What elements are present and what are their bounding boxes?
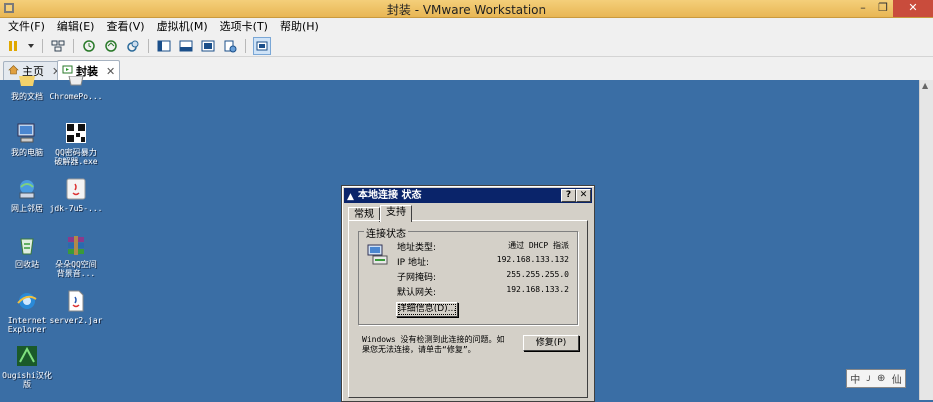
desktop-icon-label: ChromePo... [49,92,103,101]
revert-snapshot-icon[interactable] [103,38,119,54]
pause-icon[interactable] [5,38,21,54]
fullscreen-icon[interactable] [200,38,216,54]
toolbar [0,36,933,57]
menu-bar: 文件(F) 编辑(E) 查看(V) 虚拟机(M) 选项卡(T) 帮助(H) [0,18,933,36]
thumbnail-view-icon[interactable] [253,37,271,55]
ougishi-app-icon [17,346,37,366]
chrome-portable-icon [68,75,84,86]
local-connection-status-dialog: ▲ 本地连接 状态 ? ✕ 常规 支持 连接状态 地址类型: 通过 DHCP 指… [341,185,595,402]
desktop-icon-label: jdk-7u5-... [49,204,103,213]
ime-toolbar[interactable]: 中 ᴊ ⊕ 仙 [846,369,906,388]
preferences-icon[interactable] [222,38,238,54]
tab-support[interactable]: 支持 [380,205,412,222]
close-button[interactable]: ✕ [893,0,933,17]
toolbar-separator [42,39,43,53]
restore-button[interactable]: ❐ [873,0,893,17]
snapshot-manager-icon[interactable] [125,38,141,54]
desktop-icon-jar-file[interactable]: server2.jar [47,290,105,325]
ime-punctuation-icon[interactable]: ⊕ [877,373,885,384]
network-icon[interactable] [50,38,66,54]
tab-vm-close-icon[interactable]: ✕ [106,65,115,78]
network-places-icon [19,180,35,199]
desktop-icon-label: Ougishi汉化 版 [2,371,52,389]
toolbar-separator [245,39,246,53]
ime-softkeyboard-icon[interactable]: 仙 [892,371,902,386]
scroll-up-arrow-icon[interactable]: ▲ [922,81,928,90]
menu-file[interactable]: 文件(F) [0,18,51,36]
my-documents-icon [19,76,35,86]
desktop-icon-jdk-installer[interactable]: jdk-7u5-... [47,178,105,213]
repair-button[interactable]: 修复(P) [523,335,579,351]
vertical-scrollbar[interactable]: ▲ [919,80,933,400]
row-key: 默认网关: [397,288,437,298]
ime-half-width-icon[interactable]: ᴊ [867,373,871,384]
toolbar-separator [73,39,74,53]
jdk-installer-icon [66,178,86,200]
unity-icon[interactable] [178,38,194,54]
recycle-bin-icon [20,238,34,255]
my-computer-icon [17,123,35,143]
row-key: IP 地址: [397,258,429,268]
network-adapter-icon [367,244,388,265]
row-value: 通过 DHCP 指派 [508,241,569,250]
menu-edit[interactable]: 编辑(E) [51,18,101,36]
menu-vm[interactable]: 虚拟机(M) [151,18,214,36]
help-button[interactable]: ? [561,189,576,202]
window-title: 封装 - VMware Workstation [386,3,547,17]
desktop-icon-ougishi-app[interactable]: Ougishi汉化 版 [0,345,56,389]
network-connection-icon: ▲ [347,192,354,202]
details-button[interactable]: 详细信息(D)... [396,302,458,317]
qq-cracker-icon [66,123,86,143]
tab-strip: 主页 ✕ 封装 ✕ [0,57,933,81]
console-view-icon[interactable] [156,38,172,54]
minimize-button[interactable]: – [853,0,873,17]
snapshot-icon[interactable] [81,38,97,54]
dialog-title: 本地连接 状态 [358,190,422,201]
desktop-icon-qq-cracker[interactable]: QQ密码暴力 破解器.exe [47,122,105,166]
winrar-archive-icon [68,236,84,255]
desktop-icon-winrar-archive[interactable]: 朵朵QQ空间 背景音... [47,234,105,278]
menu-help[interactable]: 帮助(H) [274,18,325,36]
row-key: 子网掩码: [397,273,437,283]
dialog-title-bar[interactable]: ▲ 本地连接 状态 ? ✕ [344,188,592,203]
dialog-close-button[interactable]: ✕ [576,189,591,202]
ime-chinese-mode-icon[interactable]: 中 [850,371,860,386]
row-value: 192.168.133.2 [506,285,569,294]
internet-explorer-icon [17,293,37,309]
menu-tabs[interactable]: 选项卡(T) [214,18,274,36]
subnet-mask-row: 子网掩码: 255.255.255.0 [397,270,569,283]
desktop-icon-label: server2.jar [49,316,103,325]
toolbar-separator [148,39,149,53]
row-value: 255.255.255.0 [506,270,569,279]
connection-status-group: 连接状态 地址类型: 通过 DHCP 指派 IP 地址: 192.168.133… [358,225,578,325]
group-title: 连接状态 [364,225,408,240]
guest-desktop[interactable]: 我的文档 ChromePo... 我的电脑 QQ密码暴力 破解器.exe 网上邻… [0,75,919,402]
diagnostic-message: Windows 没有检测到此连接的问题。如果您无法连接，请单击“修复”。 [362,335,505,354]
window-title-bar: 封装 - VMware Workstation – ❐ ✕ [0,0,933,18]
default-gateway-row: 默认网关: 192.168.133.2 [397,285,569,298]
desktop-icon-label: QQ密码暴力 破解器.exe [54,148,98,166]
address-type-row: 地址类型: 通过 DHCP 指派 [397,240,569,253]
support-tab-panel: 连接状态 地址类型: 通过 DHCP 指派 IP 地址: 192.168.133… [348,220,588,398]
desktop-icon-label: 朵朵QQ空间 背景音... [55,260,97,278]
desktop-icon-chrome-portable[interactable]: ChromePo... [47,75,105,101]
dropdown-arrow-icon[interactable] [27,38,35,54]
jar-file-icon [68,290,84,312]
ip-address-row: IP 地址: 192.168.133.132 [397,255,569,268]
menu-view[interactable]: 查看(V) [100,18,150,36]
row-value: 192.168.133.132 [496,255,569,264]
row-key: 地址类型: [397,243,437,253]
